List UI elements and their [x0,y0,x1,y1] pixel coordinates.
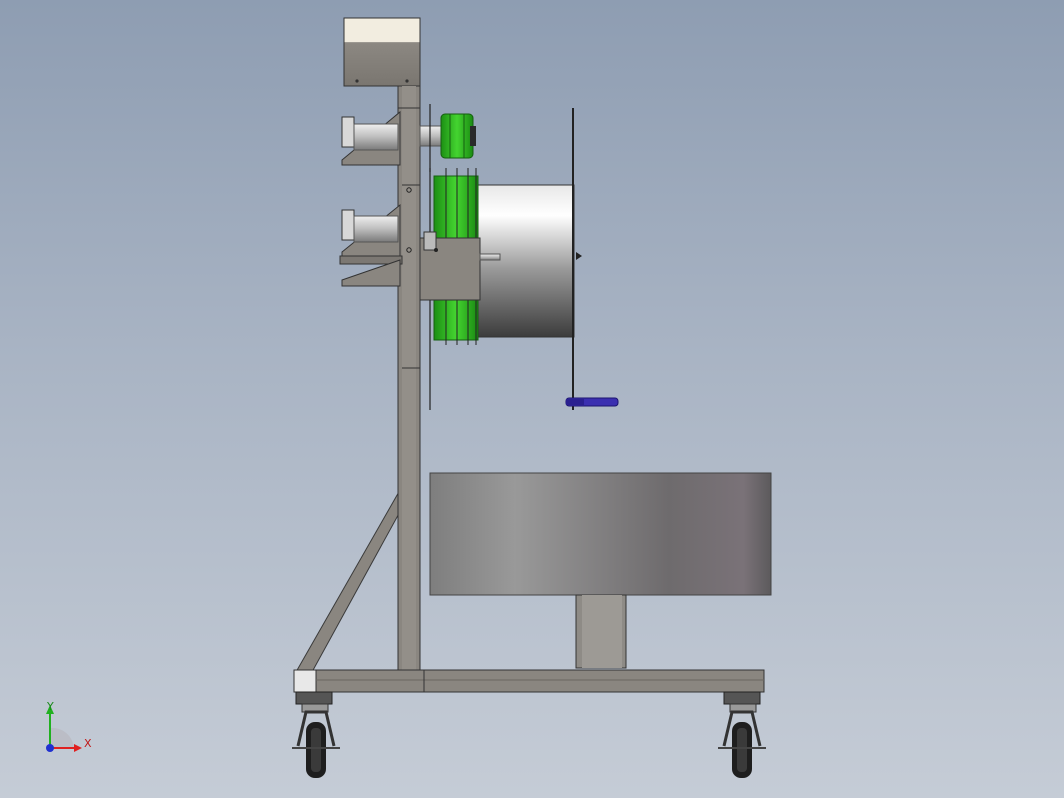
triad-quadrant-icon [50,727,74,748]
x-axis-arrowhead-icon [74,744,82,752]
z-axis-dot-icon [46,744,54,752]
upper-bracket [341,110,443,166]
axis-triad[interactable]: Y X [46,700,92,752]
y-axis-label: Y [46,700,54,713]
control-box [343,17,421,87]
cad-viewport[interactable]: Y X [0,0,1064,798]
left-caster-wheel [292,691,340,778]
x-axis-label: X [84,737,92,750]
right-caster-wheel [718,691,766,778]
crank-handle[interactable] [565,397,619,407]
lower-bracket [339,203,403,287]
diagonal-brace [295,488,403,673]
vertical-post [397,85,421,671]
base-rail [293,669,765,693]
machine-model[interactable]: Y X [0,0,1064,798]
collector-tub [429,472,772,669]
